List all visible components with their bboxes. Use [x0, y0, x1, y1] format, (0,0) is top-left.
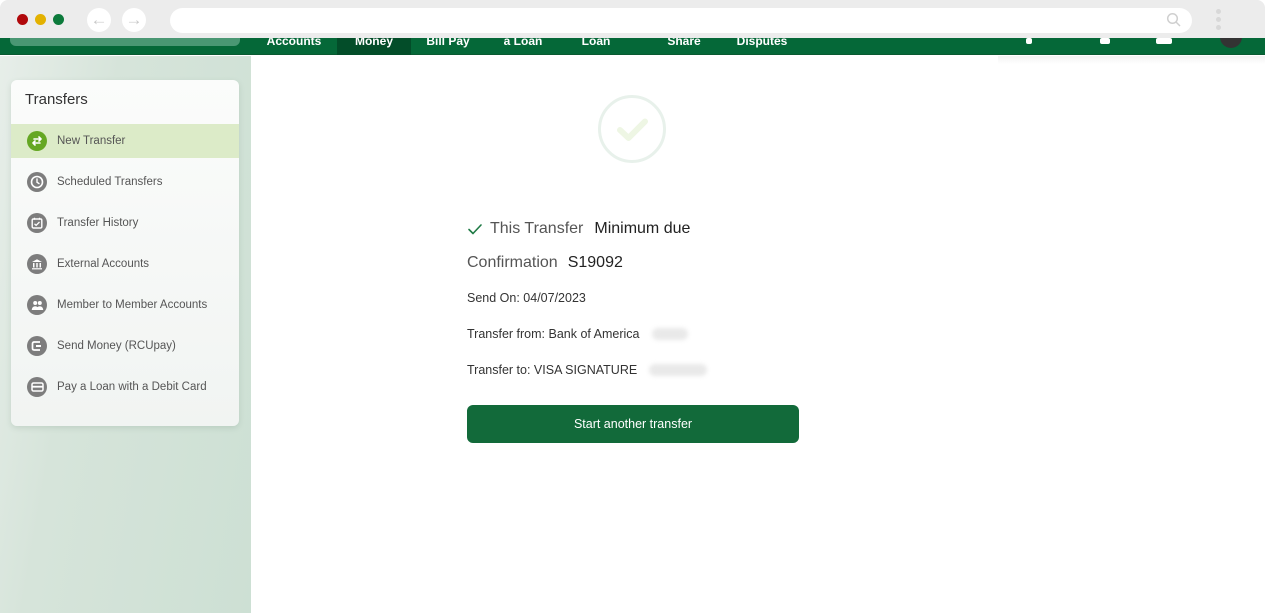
redacted-account-number [651, 328, 688, 340]
sidebar-item-label: Member to Member Accounts [57, 299, 208, 311]
people-icon [27, 295, 47, 315]
this-transfer-row: This Transfer Minimum due [467, 218, 690, 240]
redacted-account-number [649, 364, 708, 376]
transfer-from-row: Transfer from: Bank of America [467, 325, 688, 343]
address-bar[interactable] [170, 8, 1192, 33]
transfer-from-text: Transfer from: Bank of America [467, 327, 640, 341]
transfer-to-row: Transfer to: VISA SIGNATURE [467, 361, 708, 379]
checkmark-icon [468, 224, 482, 235]
forward-arrow-icon[interactable]: → [122, 8, 146, 32]
sidebar-item-send-money[interactable]: Send Money (RCUpay) [11, 329, 239, 363]
sidebar-item-new-transfer[interactable]: New Transfer [11, 124, 239, 158]
confirmation-number: S19092 [567, 254, 623, 271]
sidebar-item-label: Pay a Loan with a Debit Card [57, 381, 207, 393]
bank-icon [27, 254, 47, 274]
sidebar-item-pay-loan-debit-card[interactable]: Pay a Loan with a Debit Card [11, 370, 239, 404]
start-another-transfer-button[interactable]: Start another transfer [467, 405, 799, 443]
right-area [998, 56, 1265, 64]
transfer-to-text: Transfer to: VISA SIGNATURE [467, 363, 638, 377]
transfers-sidebar: Transfers New Transfer Scheduled Transfe… [11, 80, 239, 426]
sidebar-item-scheduled-transfers[interactable]: Scheduled Transfers [11, 165, 239, 199]
browser-menu-icon[interactable] [1214, 9, 1222, 33]
minimize-window-icon[interactable] [35, 14, 46, 25]
browser-chrome: ← → [0, 0, 1265, 38]
search-icon[interactable] [1100, 38, 1110, 44]
sidebar-item-external-accounts[interactable]: External Accounts [11, 247, 239, 281]
search-icon[interactable] [1166, 12, 1182, 28]
this-transfer-label: This Transfer [490, 220, 584, 237]
confirmation-label: Confirmation [467, 254, 558, 271]
chevron-icon[interactable] [1026, 38, 1032, 44]
sidebar-item-member-to-member[interactable]: Member to Member Accounts [11, 288, 239, 322]
send-on-text: Send On: 04/07/2023 [467, 291, 586, 305]
sidebar-item-label: Scheduled Transfers [57, 176, 163, 188]
sidebar-item-label: Transfer History [57, 217, 139, 229]
maximize-window-icon[interactable] [53, 14, 64, 25]
mail-icon[interactable] [1156, 38, 1172, 44]
transfer-arrows-icon [27, 131, 47, 151]
close-window-icon[interactable] [17, 14, 28, 25]
sidebar-item-label: External Accounts [57, 258, 150, 270]
sidebar-item-label: New Transfer [57, 135, 126, 147]
success-check-icon [598, 95, 666, 163]
this-transfer-value: Minimum due [594, 220, 691, 237]
send-money-icon [27, 336, 47, 356]
back-arrow-icon[interactable]: ← [87, 8, 111, 32]
card-icon [27, 377, 47, 397]
clock-icon [27, 172, 47, 192]
sidebar-title: Transfers [25, 91, 88, 108]
sidebar-item-label: Send Money (RCUpay) [57, 340, 176, 352]
calendar-check-icon [27, 213, 47, 233]
confirmation-row: Confirmation S19092 [467, 252, 623, 274]
send-on-row: Send On: 04/07/2023 [467, 289, 586, 307]
sidebar-item-transfer-history[interactable]: Transfer History [11, 206, 239, 240]
